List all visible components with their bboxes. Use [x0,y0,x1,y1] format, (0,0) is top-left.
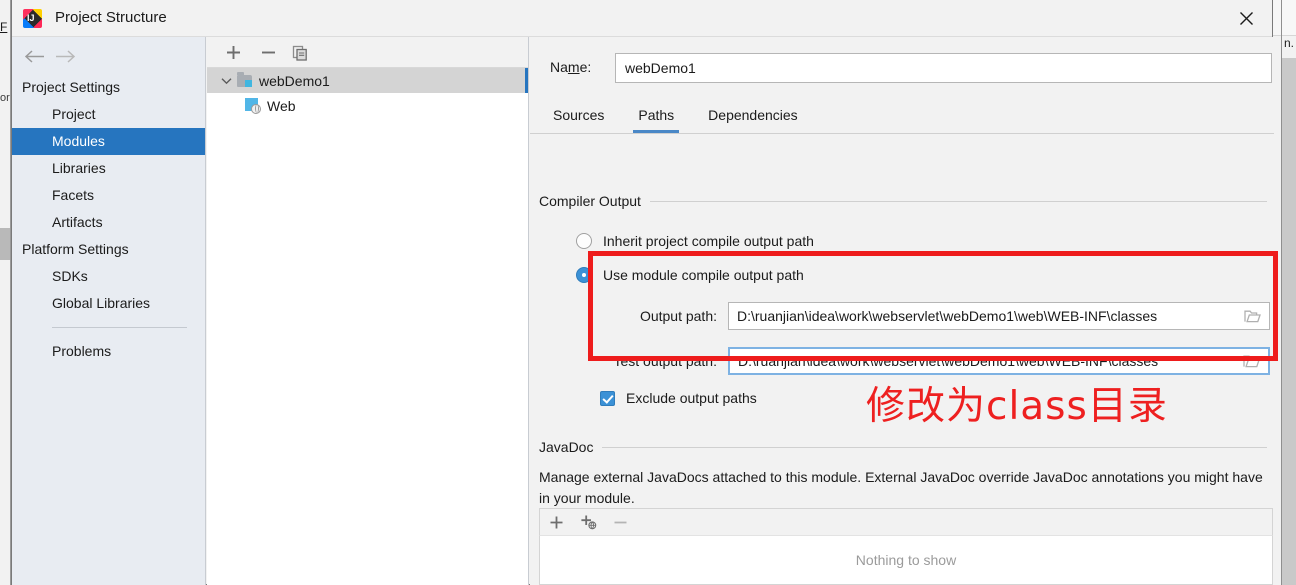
javadoc-description: Manage external JavaDocs attached to thi… [539,469,1263,506]
plus-icon[interactable] [220,40,246,65]
minus-icon[interactable] [255,40,281,65]
radio-checked-icon[interactable] [576,267,592,283]
section-compiler-output: Compiler Output [539,193,1267,209]
checkbox-label: Exclude output paths [626,390,757,406]
radio-unchecked-icon[interactable] [576,233,592,249]
section-title: Compiler Output [539,193,641,209]
module-folder-icon [237,71,253,88]
module-name-input[interactable] [615,53,1272,83]
tabs-underline [530,133,1274,134]
copy-icon[interactable] [287,40,313,65]
output-path-label: Output path: [639,308,717,324]
intellij-idea-icon-letters: IJ [27,13,35,23]
background-ide-left-strip: F or [0,0,11,585]
tab-paths[interactable]: Paths [627,101,685,133]
background-right-label: n. [1283,36,1294,50]
background-right-scrollbar[interactable] [1282,58,1296,585]
settings-nav-pane: Project Settings Project Modules Librari… [12,37,206,585]
test-output-path-label: Test output path: [613,353,717,369]
arrow-left-icon[interactable] [22,45,46,67]
intellij-idea-icon: IJ [23,9,42,28]
radio-inherit-project-output[interactable]: Inherit project compile output path [576,233,814,249]
module-tree-pane: webDemo1 Web [207,37,529,585]
nav-divider [52,327,187,328]
page-title: Project Structure [55,9,167,26]
empty-state-text: Nothing to show [855,552,957,568]
test-output-path-value[interactable]: D:\ruanjian\idea\work\webservlet\webDemo… [730,353,1234,369]
section-javadoc: JavaDoc [539,439,1267,455]
tree-node-webdemo1[interactable]: webDemo1 [207,68,528,93]
output-path-value[interactable]: D:\ruanjian\idea\work\webservlet\webDemo… [729,308,1235,324]
sidebar-item-sdks[interactable]: SDKs [12,263,205,290]
javadoc-list[interactable]: Nothing to show [539,535,1273,585]
tree-node-web[interactable]: Web [207,93,528,118]
web-facet-icon [245,98,261,114]
sidebar-item-facets[interactable]: Facets [12,182,205,209]
exclude-output-paths-checkbox[interactable]: Exclude output paths [600,390,757,406]
tree-node-label: Web [267,97,296,114]
output-path-field[interactable]: D:\ruanjian\idea\work\webservlet\webDemo… [728,302,1270,330]
sidebar-item-global-libraries[interactable]: Global Libraries [12,290,205,317]
tab-sources[interactable]: Sources [542,101,615,133]
background-right-top [1272,0,1296,36]
radio-label: Inherit project compile output path [603,233,814,249]
module-name-label-pre: Na [550,59,568,75]
background-left-sublabel: or [0,92,10,104]
nav-toolbar [12,37,205,74]
module-tree-toolbar [207,37,528,68]
background-left-label: F [0,20,8,34]
dialog-titlebar: IJ Project Structure [12,0,1272,37]
project-structure-dialog: IJ Project Structure Project Settings Pr… [11,0,1274,585]
close-icon[interactable] [1232,5,1260,31]
chevron-down-icon[interactable] [219,77,233,85]
folder-browse-icon[interactable] [1235,303,1269,329]
test-output-path-field[interactable]: D:\ruanjian\idea\work\webservlet\webDemo… [728,347,1270,375]
background-left-tool-handle [0,228,10,260]
nav-group-platform-settings: Platform Settings [22,241,129,257]
sidebar-item-problems[interactable]: Problems [12,338,205,365]
radio-label: Use module compile output path [603,267,804,283]
plus-icon[interactable] [540,510,572,535]
nav-group-project-settings: Project Settings [22,79,121,95]
radio-use-module-output[interactable]: Use module compile output path [576,267,804,283]
module-paths-content-pane: Name: Sources Paths Dependencies Compile… [530,37,1274,585]
checkbox-checked-icon[interactable] [600,390,615,406]
section-title: JavaDoc [539,439,594,455]
module-name-label-mnemonic: m [567,59,580,75]
test-output-path-row: Test output path: D:\ruanjian\idea\work\… [600,347,1270,375]
tree-node-label: webDemo1 [259,72,330,89]
arrow-right-icon[interactable] [54,45,78,67]
section-rule [649,200,1267,202]
module-name-label: Name: [550,59,591,75]
output-path-row: Output path: D:\ruanjian\idea\work\webse… [600,302,1270,330]
annotation-text: 修改为class目录 [866,384,1168,429]
module-name-row: Name: [530,53,1274,83]
folder-browse-icon[interactable] [1234,349,1268,373]
plus-globe-icon[interactable] [572,510,604,535]
tab-dependencies[interactable]: Dependencies [697,101,809,133]
sidebar-item-project[interactable]: Project [12,101,205,128]
minus-icon[interactable] [604,510,636,535]
sidebar-item-libraries[interactable]: Libraries [12,155,205,182]
background-ide-right-strip: n. [1272,0,1296,585]
section-rule [602,446,1267,448]
module-name-label-post: e: [579,59,592,75]
sidebar-item-modules[interactable]: Modules [12,128,205,155]
sidebar-item-artifacts[interactable]: Artifacts [12,209,205,236]
module-tree-list: webDemo1 Web [207,68,528,118]
module-tabs: Sources Paths Dependencies [530,101,1274,134]
javadoc-toolbar [539,508,1273,535]
dialog-body: Project Settings Project Modules Librari… [12,37,1274,585]
